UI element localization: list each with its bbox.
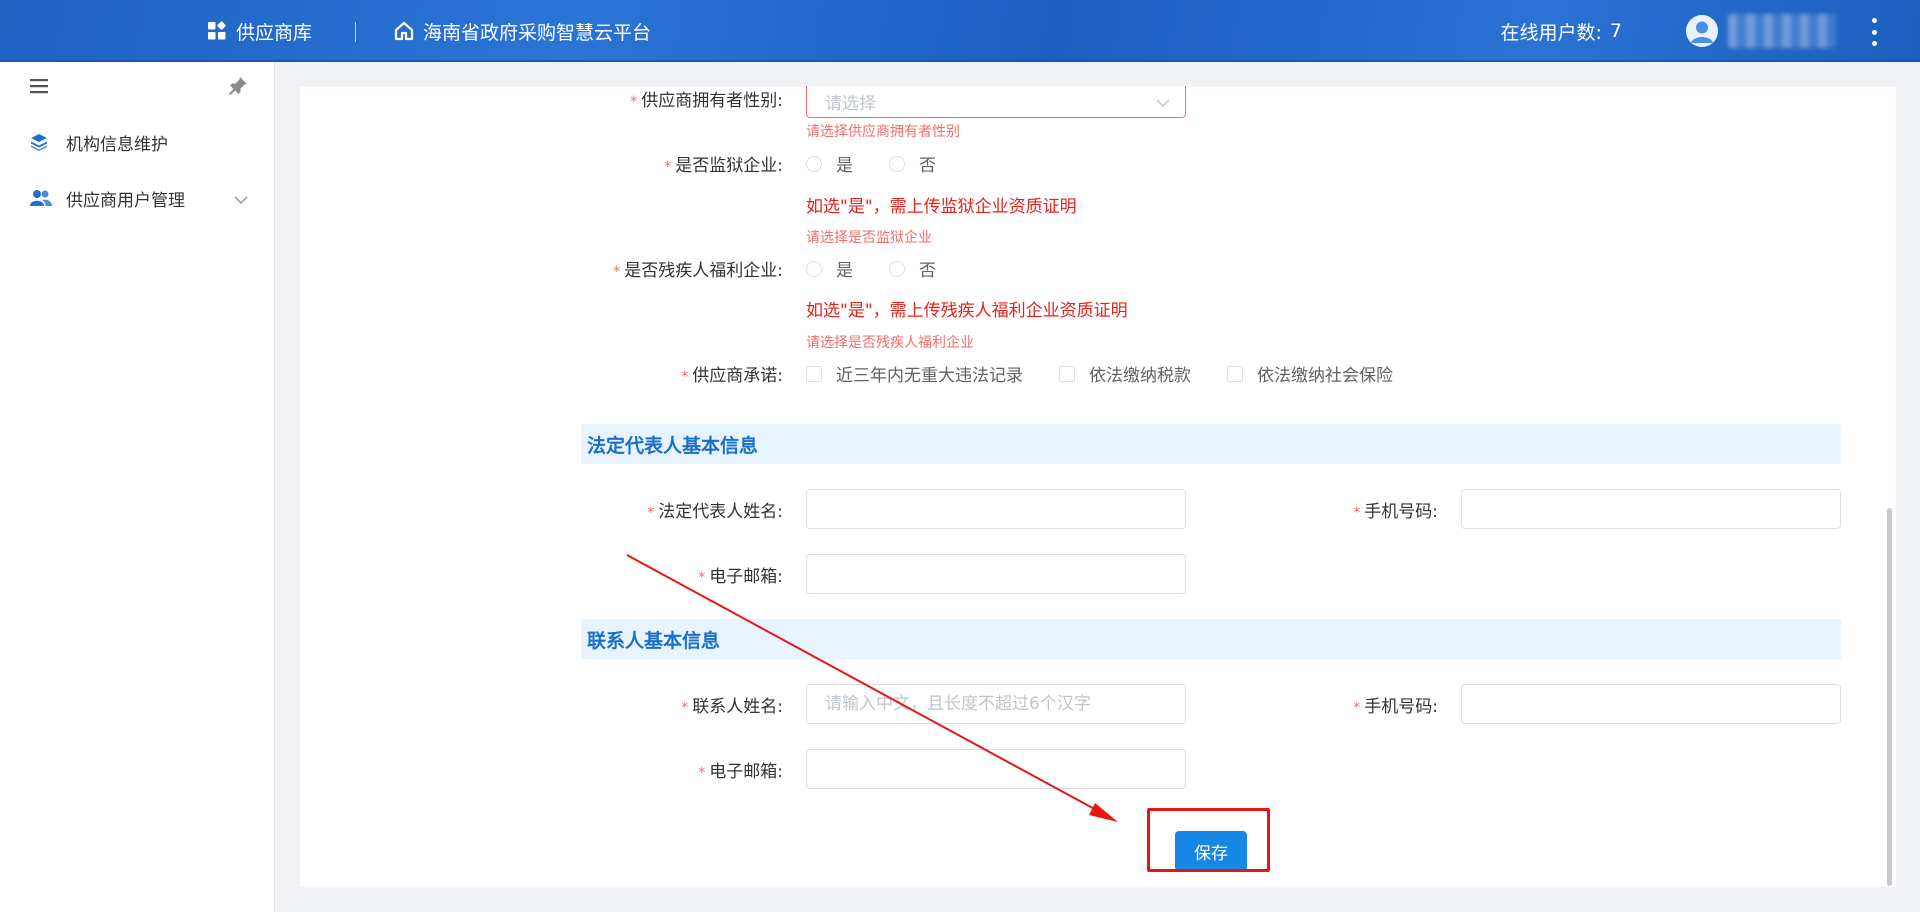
sidebar-item-label: 机构信息维护 xyxy=(66,134,168,155)
user-avatar-icon[interactable] xyxy=(1686,15,1718,47)
chevron-down-icon xyxy=(1155,94,1171,114)
legal-rep-email-input[interactable] xyxy=(806,554,1186,594)
online-users: 在线用户数: 7 xyxy=(1501,0,1623,62)
legal-rep-name-input[interactable] xyxy=(806,489,1186,529)
prison-enterprise-label: * 是否监狱企业: xyxy=(664,156,783,176)
chevron-down-icon[interactable] xyxy=(234,190,248,210)
prison-yes-radio[interactable]: 是 xyxy=(806,151,853,176)
layers-icon xyxy=(30,133,52,151)
welfare-enterprise-radio-group: 是 否 xyxy=(806,256,972,281)
commitment-tax-checkbox[interactable]: 依法缴纳税款 xyxy=(1059,361,1191,386)
welfare-notice: 如选"是"，需上传残疾人福利企业资质证明 xyxy=(806,301,1128,321)
online-users-label: 在线用户数: xyxy=(1500,21,1602,44)
owner-gender-placeholder: 请选择 xyxy=(825,94,876,114)
prison-no-radio[interactable]: 否 xyxy=(889,151,936,176)
more-vertical-icon[interactable] xyxy=(1868,18,1880,46)
legal-rep-name-label: * 法定代表人姓名: xyxy=(647,502,783,522)
username-blurred[interactable] xyxy=(1728,14,1836,48)
online-users-count: 7 xyxy=(1609,20,1622,42)
pin-icon[interactable] xyxy=(228,76,248,100)
commitment-insurance-checkbox[interactable]: 依法缴纳社会保险 xyxy=(1227,361,1393,386)
owner-gender-label: * 供应商拥有者性别: xyxy=(630,91,783,111)
welfare-no-radio[interactable]: 否 xyxy=(889,256,936,281)
sidebar-item-label: 供应商用户管理 xyxy=(66,190,185,211)
sidebar-toolbar xyxy=(0,62,274,114)
contact-phone-input[interactable] xyxy=(1461,684,1841,724)
legal-rep-email-label: * 电子邮箱: xyxy=(698,567,783,587)
prison-notice: 如选"是"，需上传监狱企业资质证明 xyxy=(806,197,1077,217)
legal-rep-phone-label: * 手机号码: xyxy=(1353,502,1438,522)
sidebar-item-org-info[interactable]: 机构信息维护 xyxy=(0,114,274,170)
commitment-checkbox-group: 近三年内无重大违法记录 依法缴纳税款 依法缴纳社会保险 xyxy=(806,361,1429,386)
commitment-label: * 供应商承诺: xyxy=(681,366,783,386)
prison-error: 请选择是否监狱企业 xyxy=(806,230,932,246)
contact-name-label: * 联系人姓名: xyxy=(681,697,783,717)
top-header: 供应商库 海南省政府采购智慧云平台 在线用户数: 7 xyxy=(0,0,1920,62)
contact-section-title: 联系人基本信息 xyxy=(581,619,1841,659)
legal-rep-phone-input[interactable] xyxy=(1461,489,1841,529)
welfare-yes-radio[interactable]: 是 xyxy=(806,256,853,281)
prison-enterprise-radio-group: 是 否 xyxy=(806,151,972,176)
owner-gender-select[interactable]: 请选择 xyxy=(806,86,1186,118)
contact-name-input[interactable] xyxy=(806,684,1186,724)
grid-icon xyxy=(207,21,227,41)
nav-divider xyxy=(355,22,356,42)
owner-gender-error: 请选择供应商拥有者性别 xyxy=(806,124,960,140)
users-icon xyxy=(30,189,52,207)
save-button[interactable]: 保存 xyxy=(1175,831,1247,871)
nav-supplier-library[interactable]: 供应商库 xyxy=(207,0,312,62)
sidebar-item-supplier-users[interactable]: 供应商用户管理 xyxy=(0,170,274,226)
contact-phone-label: * 手机号码: xyxy=(1353,697,1438,717)
sidebar: 机构信息维护 供应商用户管理 xyxy=(0,62,275,912)
contact-email-label: * 电子邮箱: xyxy=(698,762,783,782)
menu-icon[interactable] xyxy=(30,78,48,98)
welfare-error: 请选择是否残疾人福利企业 xyxy=(806,335,974,351)
contact-email-input[interactable] xyxy=(806,749,1186,789)
nav-supplier-label: 供应商库 xyxy=(236,21,313,44)
nav-platform-label: 海南省政府采购智慧云平台 xyxy=(423,21,652,44)
welfare-enterprise-label: * 是否残疾人福利企业: xyxy=(613,261,783,281)
scrollbar[interactable] xyxy=(1887,508,1892,886)
home-icon xyxy=(394,21,414,41)
nav-platform-home[interactable]: 海南省政府采购智慧云平台 xyxy=(394,0,651,62)
legal-rep-section-title: 法定代表人基本信息 xyxy=(581,424,1841,464)
commitment-no-violation-checkbox[interactable]: 近三年内无重大违法记录 xyxy=(806,361,1023,386)
